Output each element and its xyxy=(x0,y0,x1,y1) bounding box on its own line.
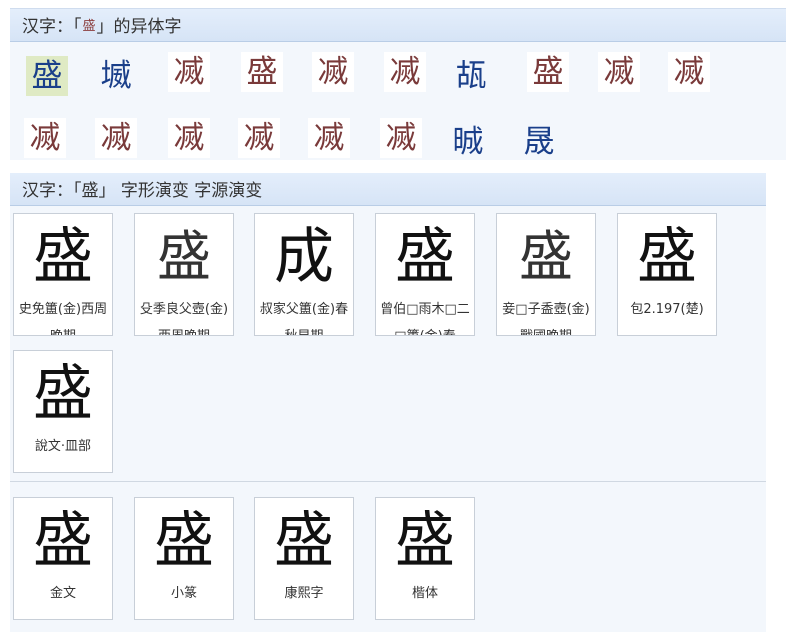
evolution-card[interactable]: 盛 妾□子盉壺(金)戰國晚期 xyxy=(496,213,596,336)
variant-char[interactable]: 瓳 xyxy=(450,56,492,96)
glyph-caption: 金文 xyxy=(49,586,76,601)
glyph-caption: 康熙字 xyxy=(284,586,324,601)
evolution-header: 汉字：「盛」 字形演变 字源演变 xyxy=(10,173,766,206)
glyph-caption: 殳季良父壺(金)西周晚期 xyxy=(139,302,229,335)
form-card[interactable]: 盛 康熙字 xyxy=(254,497,354,620)
variant-char[interactable]: 盛 xyxy=(241,52,283,92)
glyph-caption: 楷体 xyxy=(411,586,438,601)
glyph-image: 盛 xyxy=(33,506,93,576)
variant-char[interactable]: 㓕 xyxy=(312,52,354,92)
glyph-caption: 曾伯□雨木□二□簠(金)春 xyxy=(380,302,470,335)
section-divider xyxy=(10,481,766,482)
glyph-caption: 叔家父簠(金)春秋早期 xyxy=(259,302,349,335)
glyph-image: 成 xyxy=(274,222,334,292)
glyph-image: 盛 xyxy=(274,506,334,576)
variant-char[interactable]: 㓕 xyxy=(24,118,66,158)
glyph-image: 盛 xyxy=(33,222,93,292)
variants-title-suffix: 」的异体字 xyxy=(96,17,182,37)
variant-char[interactable]: 㓕 xyxy=(384,52,426,92)
evolution-card[interactable]: 盛 曾伯□雨木□二□簠(金)春 xyxy=(375,213,475,336)
variant-char[interactable]: 㓕 xyxy=(308,118,350,158)
glyph-image: 盛 xyxy=(637,222,697,292)
variant-char[interactable]: 㓕 xyxy=(238,118,280,158)
evolution-card[interactable]: 盛 殳季良父壺(金)西周晚期 xyxy=(134,213,234,336)
glyph-caption: 小篆 xyxy=(170,586,197,601)
variants-panel: 汉字：「盛」的异体字 盛 㙎 㓕 盛 㓕 㓕 瓳 盛 㓕 㓕 㓕 㓕 㓕 㓕 㓕… xyxy=(10,8,786,160)
glyph-image: 盛 xyxy=(395,506,455,576)
evolution-card[interactable]: 盛 包2.197(楚) xyxy=(617,213,717,336)
glyph-caption: 包2.197(楚) xyxy=(630,302,704,317)
variant-char[interactable]: 晠 xyxy=(447,122,489,162)
glyph-caption: 妾□子盉壺(金)戰國晚期 xyxy=(502,302,590,335)
variant-char[interactable]: 盛 xyxy=(527,52,569,92)
variant-char[interactable]: 㙎 xyxy=(95,56,137,96)
variants-header: 汉字：「盛」的异体字 xyxy=(10,8,786,42)
form-card[interactable]: 盛 金文 xyxy=(13,497,113,620)
glyph-caption: 史免簠(金)西周晚期 xyxy=(18,302,108,335)
form-card[interactable]: 盛 楷体 xyxy=(375,497,475,620)
glyph-image: 盛 xyxy=(519,225,573,288)
variant-char[interactable]: 㓕 xyxy=(380,118,422,158)
variant-char[interactable]: 晟 xyxy=(518,122,560,162)
variants-title-prefix: 汉字：「 xyxy=(22,17,82,37)
variants-title-glyph: 盛 xyxy=(82,19,96,34)
glyph-caption: 說文‧皿部 xyxy=(34,439,92,454)
variant-char[interactable]: 㓕 xyxy=(668,52,710,92)
variant-char[interactable]: 㓕 xyxy=(598,52,640,92)
glyph-image: 盛 xyxy=(157,225,211,288)
variant-char[interactable]: 盛 xyxy=(26,56,68,96)
evolution-panel: 汉字：「盛」 字形演变 字源演变 盛 史免簠(金)西周晚期 盛 殳季良父壺(金)… xyxy=(10,173,766,632)
glyph-image: 盛 xyxy=(395,222,455,292)
variant-char[interactable]: 㓕 xyxy=(168,52,210,92)
variant-char[interactable]: 㓕 xyxy=(95,118,137,158)
variant-char[interactable]: 㓕 xyxy=(168,118,210,158)
variants-grid: 盛 㙎 㓕 盛 㓕 㓕 瓳 盛 㓕 㓕 㓕 㓕 㓕 㓕 㓕 㓕 晠 晟 xyxy=(10,42,786,160)
evolution-card[interactable]: 盛 說文‧皿部 xyxy=(13,350,113,473)
evolution-card[interactable]: 成 叔家父簠(金)春秋早期 xyxy=(254,213,354,336)
evolution-card[interactable]: 盛 史免簠(金)西周晚期 xyxy=(13,213,113,336)
form-card[interactable]: 盛 小篆 xyxy=(134,497,234,620)
glyph-image: 盛 xyxy=(33,359,93,429)
glyph-image: 盛 xyxy=(154,506,214,576)
